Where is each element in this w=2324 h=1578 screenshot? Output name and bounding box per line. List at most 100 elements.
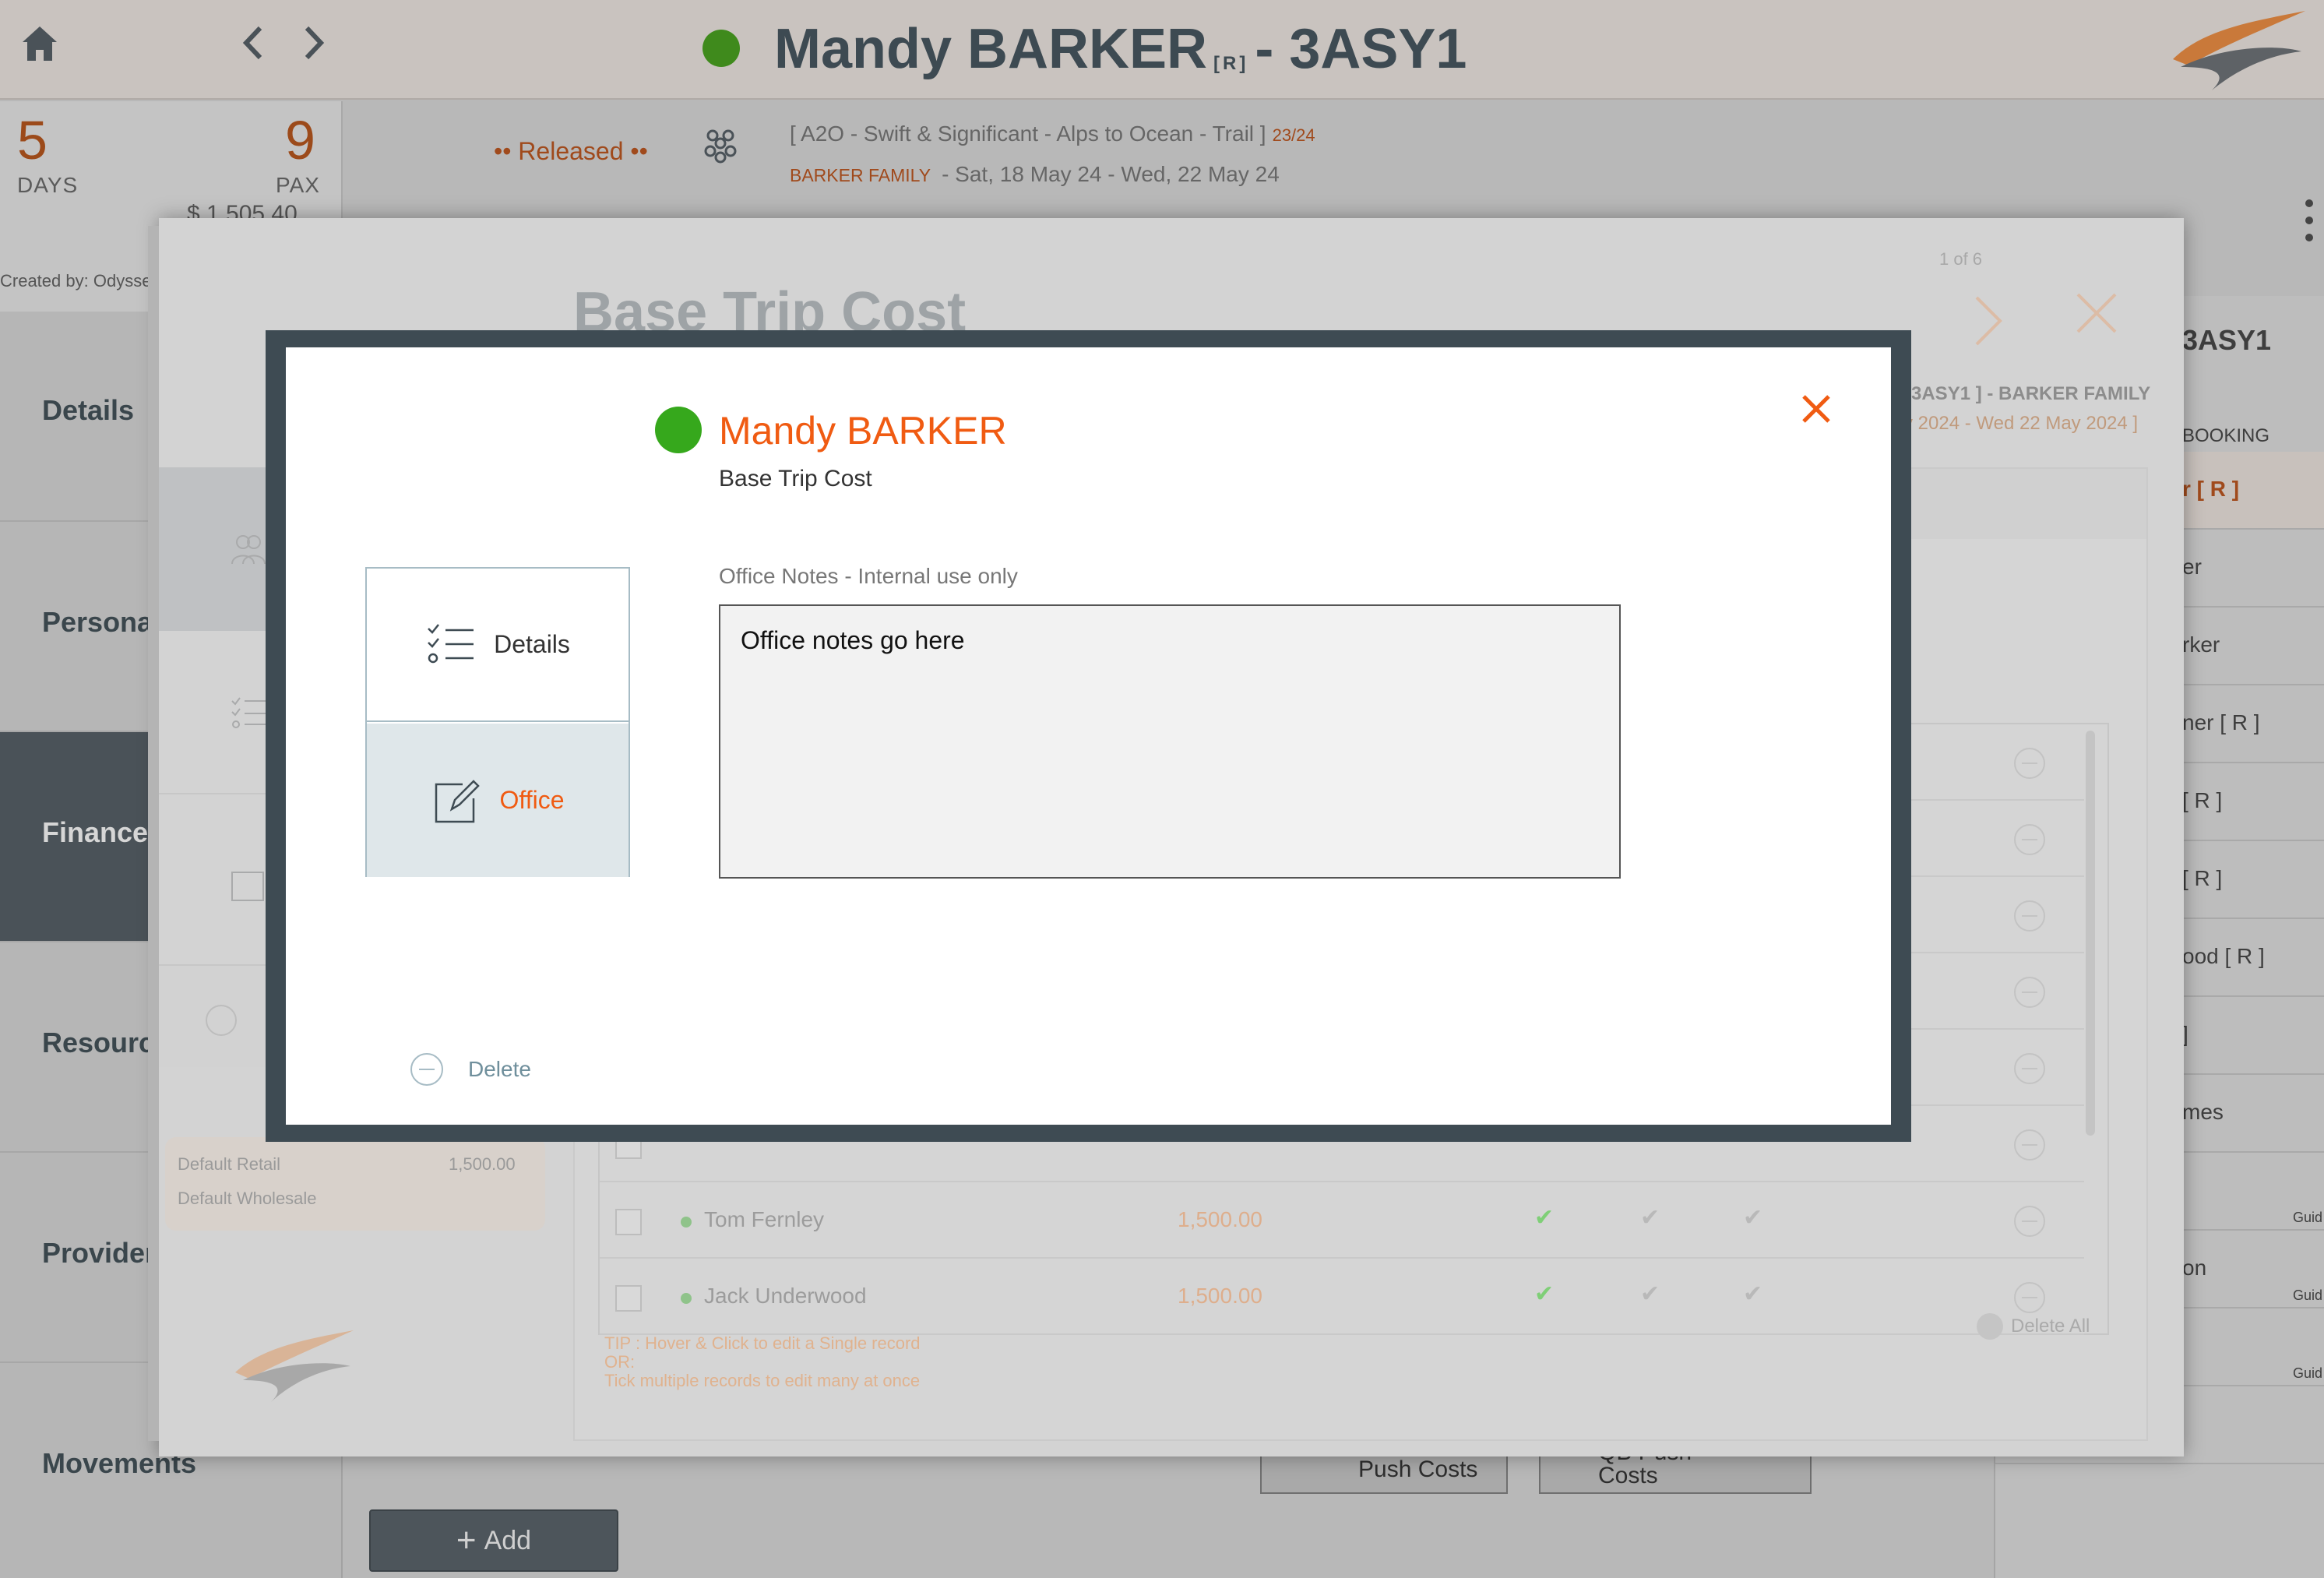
row-name: Jack Underwood: [704, 1284, 867, 1308]
delete-button[interactable]: Delete: [410, 1053, 531, 1086]
app-root: Mandy BARKER [R] - 3ASY1 5 DAYS 9 PAX $ 1,…: [0, 0, 2324, 1578]
remove-row-icon[interactable]: [2014, 748, 2045, 779]
row-label: r [ R ]: [2182, 477, 2240, 501]
table-row[interactable]: Tom Fernley 1,500.00 ✔ ✔ ✔: [600, 1182, 2084, 1259]
remove-row-icon[interactable]: [2014, 824, 2045, 855]
row-label: on: [2182, 1256, 2207, 1280]
modal-booking-ref: 3ASY1 ] - BARKER FAMILY: [1911, 383, 2151, 404]
close-icon[interactable]: [2073, 290, 2120, 336]
next-record-icon[interactable]: [1966, 290, 2012, 352]
pax-value: 9: [285, 110, 315, 171]
delete-all-label: Delete All: [2011, 1316, 2090, 1337]
nav-tab-details[interactable]: [159, 631, 268, 794]
scrollbar[interactable]: [2086, 731, 2095, 1136]
remove-row-icon[interactable]: [2014, 900, 2045, 932]
status-dot: [681, 1293, 692, 1304]
row-checkbox[interactable]: [615, 1209, 642, 1235]
tab-office[interactable]: Office: [367, 724, 629, 877]
add-button[interactable]: + Add: [369, 1509, 618, 1572]
qb-costs-label: Costs: [1598, 1463, 1658, 1488]
default-retail-label: Default Retail: [178, 1154, 281, 1174]
close-icon[interactable]: [1800, 393, 1833, 425]
default-wholesale-label: Default Wholesale: [178, 1189, 317, 1208]
check-icon: ✔: [1534, 1281, 1555, 1307]
tip-line: Tick multiple records to edit many at on…: [604, 1371, 921, 1390]
booking-status: •• Released ••: [494, 137, 648, 165]
sidebar-item-label: Provider: [42, 1237, 157, 1269]
pax-label: PAX: [276, 173, 320, 197]
status-dot: [702, 30, 740, 67]
modal-guest-name: Mandy BARKER: [719, 409, 1007, 453]
sidebar-item-label: Details: [42, 394, 135, 426]
trip-family-dates: BARKER FAMILY - Sat, 18 May 24 - Wed, 22 …: [790, 162, 1280, 187]
row-label: ner [ R ]: [2182, 710, 2260, 734]
tab-details[interactable]: Details: [367, 569, 629, 722]
remove-row-icon[interactable]: [2014, 1282, 2045, 1313]
row-label: er: [2182, 555, 2202, 579]
row-label: [ R ]: [2182, 866, 2223, 890]
tip-line: OR:: [604, 1352, 636, 1372]
home-icon[interactable]: [20, 23, 59, 64]
modal-tabs: Details Office: [365, 567, 630, 877]
checklist-icon: [231, 697, 266, 728]
push-costs-label: Push Costs: [1358, 1456, 1478, 1482]
tab-label: Office: [499, 786, 565, 814]
check-icon: ✔: [1640, 1281, 1660, 1307]
delete-icon[interactable]: [206, 1005, 237, 1036]
brand-logo: [2173, 11, 2305, 90]
row-amount: 1,500.00: [1178, 1284, 1262, 1308]
sidebar-item-label: Finance: [42, 816, 149, 848]
brand-logo: [235, 1330, 354, 1402]
delete-all-button[interactable]: Delete All: [1977, 1313, 2090, 1340]
trip-name-text: [ A2O - Swift & Significant - Alps to Oc…: [790, 122, 1266, 146]
check-icon: ✔: [1534, 1205, 1555, 1231]
status-dot: [681, 1217, 692, 1228]
default-retail-value: 1,500.00: [449, 1154, 516, 1174]
check-icon: ✔: [1743, 1205, 1763, 1231]
row-label: mes: [2182, 1100, 2224, 1124]
row-name: Tom Fernley: [704, 1207, 825, 1231]
page-title: Mandy BARKER [R] - 3ASY1: [774, 17, 1467, 81]
table-row[interactable]: Jack Underwood 1,500.00 ✔ ✔ ✔: [600, 1259, 2084, 1335]
remove-row-icon[interactable]: [2014, 977, 2045, 1008]
trip-name: [ A2O - Swift & Significant - Alps to Oc…: [790, 122, 1315, 146]
modal-subtitle: Base Trip Cost: [719, 466, 872, 491]
edit-note-icon: [435, 779, 480, 822]
remove-row-icon[interactable]: [2014, 1129, 2045, 1161]
guide-label: Guid: [2292, 1287, 2322, 1303]
row-label: [ R ]: [2182, 788, 2223, 812]
guide-label: Guid: [2292, 1210, 2322, 1225]
office-notes-content: Mandy BARKER Base Trip Cost Details Offi…: [286, 347, 1891, 1125]
remove-row-icon[interactable]: [2014, 1206, 2045, 1237]
back-arrow-icon[interactable]: [238, 23, 269, 62]
more-menu-icon[interactable]: [2305, 199, 2315, 241]
row-label: ood [ R ]: [2182, 944, 2265, 968]
nav-tab-office[interactable]: [159, 794, 268, 966]
group-icon: [704, 129, 737, 164]
delete-icon: [1977, 1313, 2003, 1340]
right-panel-code: 3ASY1: [2182, 324, 2272, 356]
days-label: DAYS: [17, 173, 79, 197]
remove-row-icon[interactable]: [2014, 1053, 2045, 1084]
office-notes-input[interactable]: Office notes go here: [719, 604, 1621, 879]
days-value: 5: [17, 110, 48, 171]
top-bar: Mandy BARKER [R] - 3ASY1: [0, 0, 2324, 100]
forward-arrow-icon[interactable]: [298, 23, 329, 62]
row-amount: 1,500.00: [1178, 1207, 1262, 1231]
check-icon: ✔: [1640, 1205, 1660, 1231]
notes-label: Office Notes - Internal use only: [719, 564, 1018, 588]
status-dot: [655, 407, 702, 453]
nav-tab-people[interactable]: [159, 467, 268, 631]
restricted-tag: [R]: [1213, 53, 1249, 74]
modal-side-nav: [159, 467, 268, 1067]
default-price-box: Default Retail 1,500.00 Default Wholesal…: [165, 1137, 545, 1231]
tip-line: TIP : Hover & Click to edit a Single rec…: [604, 1333, 921, 1353]
row-checkbox[interactable]: [615, 1285, 642, 1312]
delete-label: Delete: [468, 1057, 531, 1081]
edit-note-icon: [231, 872, 264, 901]
people-icon: [231, 535, 266, 565]
trip-code: - 3ASY1: [1255, 18, 1467, 80]
checklist-icon: [428, 623, 474, 663]
trip-year: 23/24: [1272, 125, 1315, 145]
add-button-label: Add: [484, 1525, 532, 1555]
